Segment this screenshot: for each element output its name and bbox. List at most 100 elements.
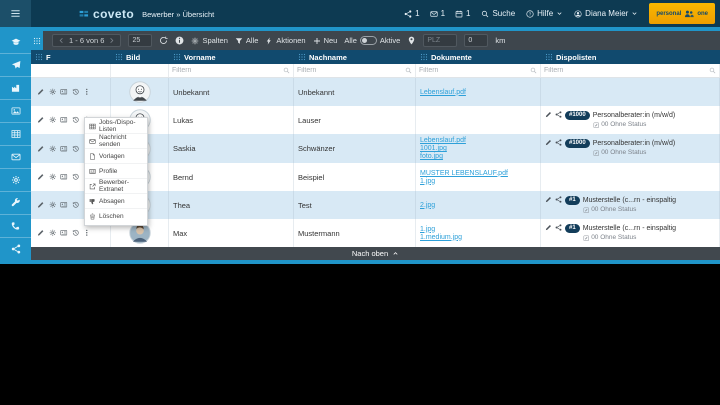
filter-vorname-input[interactable] — [172, 67, 267, 74]
user-menu[interactable]: Diana Meier — [574, 9, 638, 18]
sidebar-item-envelope[interactable] — [0, 146, 31, 169]
menu-item-nachricht-senden[interactable]: Nachricht senden — [85, 134, 147, 149]
profile-card-icon[interactable] — [60, 116, 68, 124]
brand-button[interactable]: personal one — [649, 3, 715, 24]
help-menu[interactable]: ? Hilfe — [526, 9, 563, 18]
dispo-share-icon[interactable] — [555, 224, 562, 231]
menu-item-vorlagen[interactable]: Vorlagen — [85, 149, 147, 164]
new-button[interactable]: Neu — [313, 36, 337, 45]
settings-icon[interactable] — [49, 173, 57, 181]
sidebar-item-image[interactable] — [0, 100, 31, 123]
sidebar-item-phone[interactable] — [0, 215, 31, 238]
columns-button[interactable]: Spalten — [191, 36, 228, 45]
status-edit-icon[interactable] — [593, 150, 600, 157]
profile-card-icon[interactable] — [60, 229, 68, 237]
filter-dokumente-input[interactable] — [419, 67, 514, 74]
page-size-input[interactable] — [128, 34, 153, 47]
next-page-icon[interactable] — [108, 37, 115, 44]
search-button[interactable]: Suche — [481, 9, 515, 18]
applicant-avatar[interactable] — [128, 81, 151, 103]
envelope-badge[interactable]: 1 — [429, 9, 445, 18]
edit-icon[interactable] — [37, 116, 45, 124]
pagination[interactable]: 1 - 6 von 6 — [52, 34, 122, 47]
main-menu-button[interactable] — [0, 0, 31, 27]
column-header-dispolisten[interactable]: Dispolisten — [541, 50, 720, 64]
history-icon[interactable] — [72, 116, 80, 124]
document-link[interactable]: foto.jpg — [420, 153, 540, 160]
search-icon[interactable] — [405, 67, 412, 74]
active-toggle[interactable]: Alle Aktive — [344, 36, 400, 45]
status-edit-icon[interactable] — [583, 235, 590, 242]
search-icon[interactable] — [709, 67, 716, 74]
radius-input[interactable] — [464, 34, 489, 47]
drag-grip-icon[interactable] — [35, 53, 43, 61]
document-link[interactable]: 2.jpg — [420, 202, 540, 209]
settings-icon[interactable] — [49, 229, 57, 237]
filter-all-button[interactable]: Alle — [235, 36, 258, 45]
edit-icon[interactable] — [37, 88, 45, 96]
edit-icon[interactable] — [37, 173, 45, 181]
profile-card-icon[interactable] — [60, 173, 68, 181]
more-actions-icon[interactable] — [83, 229, 91, 237]
settings-icon[interactable] — [49, 88, 57, 96]
document-link[interactable]: 1.medium.jpg — [420, 234, 540, 241]
menu-item-profile[interactable]: Profile — [85, 164, 147, 179]
drag-grip-icon[interactable] — [298, 53, 306, 61]
drag-grip-icon[interactable] — [115, 53, 123, 61]
edit-icon[interactable] — [37, 229, 45, 237]
filter-dispolisten-input[interactable] — [544, 67, 682, 74]
drag-grip-icon[interactable] — [545, 53, 553, 61]
column-header-dokumente[interactable]: Dokumente — [416, 50, 541, 64]
search-icon[interactable] — [283, 67, 290, 74]
menu-item-bewerber-extranet[interactable]: Bewerber-Extranet — [85, 179, 147, 194]
menu-item-jobs-dispo-listen[interactable]: Jobs-/Dispo-Listen — [85, 119, 147, 134]
profile-card-icon[interactable] — [60, 145, 68, 153]
map-pin-icon[interactable] — [407, 36, 416, 45]
sidebar-item-tableicon[interactable] — [0, 123, 31, 146]
document-link[interactable]: Lebenslauf.pdf — [420, 137, 540, 144]
status-edit-icon[interactable] — [593, 122, 600, 129]
document-link[interactable]: 1.jpg — [420, 178, 540, 185]
dispo-edit-icon[interactable] — [545, 224, 552, 231]
toolbar-menu-button[interactable] — [31, 31, 43, 50]
history-icon[interactable] — [72, 173, 80, 181]
sidebar-item-share-nodes[interactable] — [0, 238, 31, 261]
document-link[interactable]: 1001.jpg — [420, 145, 540, 152]
document-link[interactable]: Lebenslauf.pdf — [420, 89, 540, 96]
profile-card-icon[interactable] — [60, 88, 68, 96]
dispo-share-icon[interactable] — [555, 196, 562, 203]
more-actions-icon[interactable] — [83, 88, 91, 96]
column-header-vorname[interactable]: Vorname — [169, 50, 294, 64]
menu-item-absagen[interactable]: Absagen — [85, 194, 147, 209]
toggle-switch[interactable] — [359, 36, 377, 45]
column-header-bild[interactable]: Bild — [111, 50, 169, 64]
settings-icon[interactable] — [49, 201, 57, 209]
column-header-nachname[interactable]: Nachname — [294, 50, 416, 64]
table-row[interactable]: Unbekannt Unbekannt Lebenslauf.pdf — [31, 78, 720, 106]
document-link[interactable]: 1.jpg — [420, 226, 540, 233]
filter-nachname-input[interactable] — [297, 67, 389, 74]
drag-grip-icon[interactable] — [173, 53, 181, 61]
sidebar-item-paper-plane[interactable] — [0, 54, 31, 77]
sidebar-item-wrench[interactable] — [0, 192, 31, 215]
logo[interactable]: coveto — [79, 7, 134, 21]
settings-icon[interactable] — [49, 145, 57, 153]
refresh-icon[interactable] — [159, 36, 169, 45]
column-header-f[interactable]: F — [31, 50, 111, 64]
history-icon[interactable] — [72, 88, 80, 96]
share-nodes-badge[interactable]: 1 — [404, 9, 420, 18]
prev-page-icon[interactable] — [58, 37, 65, 44]
actions-button[interactable]: Aktionen — [265, 36, 306, 45]
sidebar-item-factory[interactable] — [0, 77, 31, 100]
calendar-badge[interactable]: 1 — [455, 9, 470, 18]
history-icon[interactable] — [72, 145, 80, 153]
edit-icon[interactable] — [37, 201, 45, 209]
document-link[interactable]: MUSTER LEBENSLAUF.pdf — [420, 170, 540, 177]
info-icon[interactable] — [175, 36, 184, 45]
sidebar-item-gear[interactable] — [0, 169, 31, 192]
dispo-share-icon[interactable] — [555, 139, 562, 146]
history-icon[interactable] — [72, 201, 80, 209]
dispo-edit-icon[interactable] — [545, 139, 552, 146]
back-to-top-button[interactable]: Nach oben — [31, 247, 720, 260]
dispo-edit-icon[interactable] — [545, 111, 552, 118]
